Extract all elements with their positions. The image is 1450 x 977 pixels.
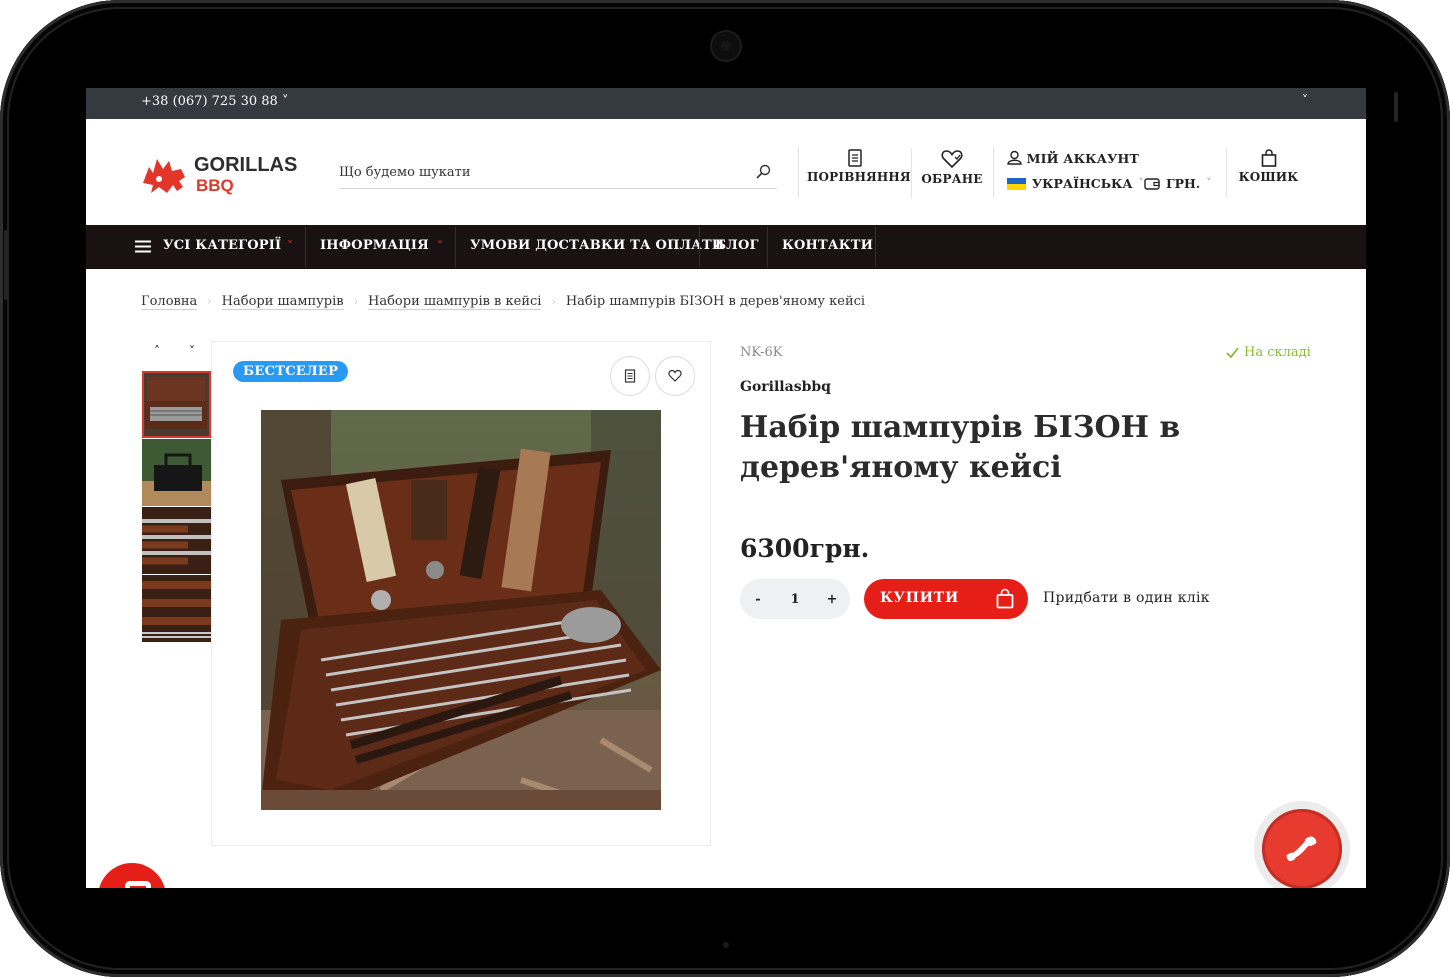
heart-icon [668, 369, 682, 382]
main-nav: УСІ КАТЕГОРІЇ ˅ ІНФОРМАЦІЯ ˅ УМОВИ ДОСТА… [86, 225, 1366, 269]
site-header: GORILLAS BBQ ПОРІВНЯННЯ [86, 119, 1366, 225]
chevron-down-icon[interactable]: ˅ [189, 344, 195, 358]
breadcrumb: Головна › Набори шампурів › Набори шампурів … [141, 294, 866, 310]
breadcrumb-skewer-sets[interactable]: Набори шампурів [221, 294, 344, 310]
top-bar: +38 (067) 725 30 88 ˅ ˅ [86, 88, 1366, 119]
side-button-right [1394, 92, 1398, 122]
breadcrumb-home[interactable]: Головна [141, 294, 198, 310]
chevron-down-icon[interactable]: ˅ [287, 225, 293, 269]
call-button[interactable] [1254, 801, 1350, 888]
phone-dropdown[interactable]: +38 (067) 725 30 88 ˅ [141, 94, 288, 109]
compare-label: ПОРІВНЯННЯ [807, 170, 911, 184]
cart-link[interactable]: КОШИК [1236, 149, 1301, 184]
compare-button[interactable] [610, 356, 650, 396]
stock-status: На складі [1226, 345, 1311, 360]
language-label: УКРАЇНСЬКА [1032, 176, 1133, 191]
thumbnail-1[interactable] [142, 371, 211, 438]
main-product-image-panel: БЕСТСЕЛЕР [211, 341, 711, 846]
search-box [339, 157, 777, 189]
compare-icon [624, 369, 636, 383]
nav-contacts[interactable]: КОНТАКТИ [782, 225, 873, 269]
product-title: Набір шампурів БІЗОН в дерев'яному кейсі [740, 410, 1181, 485]
chevron-down-icon[interactable]: ˅ [1302, 93, 1308, 107]
product-photo[interactable] [261, 410, 661, 810]
product-brand[interactable]: Gorillasbbq [740, 379, 831, 395]
favorite-button[interactable] [655, 356, 695, 396]
chevron-down-icon[interactable]: ˅ [437, 225, 443, 269]
chevron-down-icon: ˅ [1206, 178, 1212, 189]
product-price: 6300грн. [740, 534, 870, 563]
side-button-left [4, 230, 8, 300]
menu-icon[interactable] [135, 240, 151, 253]
bestseller-badge: БЕСТСЕЛЕР [233, 361, 349, 382]
logo-text-gorillas: GORILLAS [194, 154, 297, 176]
search-input[interactable] [339, 157, 739, 187]
cart-label: КОШИК [1238, 170, 1299, 184]
favorites-label: ОБРАНЕ [921, 172, 983, 186]
quantity-increase-button[interactable]: + [824, 592, 840, 607]
browser-viewport: +38 (067) 725 30 88 ˅ ˅ GORILLAS BBQ Що … [86, 88, 1366, 888]
thumbnail-2[interactable] [142, 439, 211, 506]
chevron-down-icon: ˅ [1138, 178, 1144, 189]
breadcrumb-case-sets[interactable]: Набори шампурів в кейсі [368, 294, 542, 310]
thumbnail-gallery: ˄ ˅ [141, 341, 212, 666]
breadcrumb-current: Набір шампурів БІЗОН в дерев'яному кейсі [565, 294, 866, 309]
gorilla-logo-icon: GORILLAS BBQ [143, 154, 297, 195]
checkmark-icon [1226, 347, 1239, 358]
camera-icon [710, 30, 742, 62]
wallet-icon [1144, 178, 1160, 190]
buy-button[interactable]: КУПИТИ [864, 579, 1028, 619]
compare-icon [847, 149, 862, 167]
thumbnail-4[interactable] [142, 575, 211, 642]
chat-button[interactable] [98, 863, 166, 888]
heart-icon [941, 150, 963, 169]
search-icon[interactable] [755, 164, 771, 180]
chevron-up-icon[interactable]: ˄ [154, 344, 160, 358]
buy-one-click-link[interactable]: Придбати в один клік [1043, 590, 1210, 606]
ukraine-flag-icon [1007, 177, 1026, 190]
phone-icon [1286, 836, 1317, 862]
home-dot [723, 942, 729, 948]
currency-select[interactable]: ГРН. ˅ [1144, 176, 1211, 191]
stock-label: На складі [1244, 345, 1311, 360]
tablet-frame: +38 (067) 725 30 88 ˅ ˅ GORILLAS BBQ Що … [0, 0, 1450, 977]
user-icon [1007, 150, 1022, 165]
site-logo[interactable]: GORILLAS BBQ [139, 147, 299, 199]
language-select[interactable]: УКРАЇНСЬКА ˅ [1007, 176, 1144, 191]
bag-icon [1261, 149, 1276, 167]
product-sku: NK-6K [740, 345, 783, 360]
logo-text-bbq: BBQ [196, 176, 234, 195]
buy-label: КУПИТИ [880, 590, 959, 606]
favorites-link[interactable]: ОБРАНЕ [921, 149, 983, 186]
nav-information[interactable]: ІНФОРМАЦІЯ [320, 225, 429, 269]
account-link[interactable]: МІЙ АККАУНТ [1007, 150, 1139, 166]
bag-icon [996, 588, 1014, 609]
quantity-value[interactable]: 1 [787, 592, 803, 607]
nav-blog[interactable]: БЛОГ [715, 225, 759, 269]
account-label: МІЙ АККАУНТ [1026, 151, 1139, 166]
currency-label: ГРН. [1166, 176, 1201, 191]
thumbnail-3[interactable] [142, 507, 211, 574]
nav-delivery[interactable]: УМОВИ ДОСТАВКИ ТА ОПЛАТИ [470, 225, 724, 269]
nav-categories[interactable]: УСІ КАТЕГОРІЇ [163, 225, 281, 269]
quantity-stepper: - 1 + [740, 579, 850, 619]
quantity-decrease-button[interactable]: - [750, 592, 766, 607]
compare-link[interactable]: ПОРІВНЯННЯ [807, 149, 911, 184]
